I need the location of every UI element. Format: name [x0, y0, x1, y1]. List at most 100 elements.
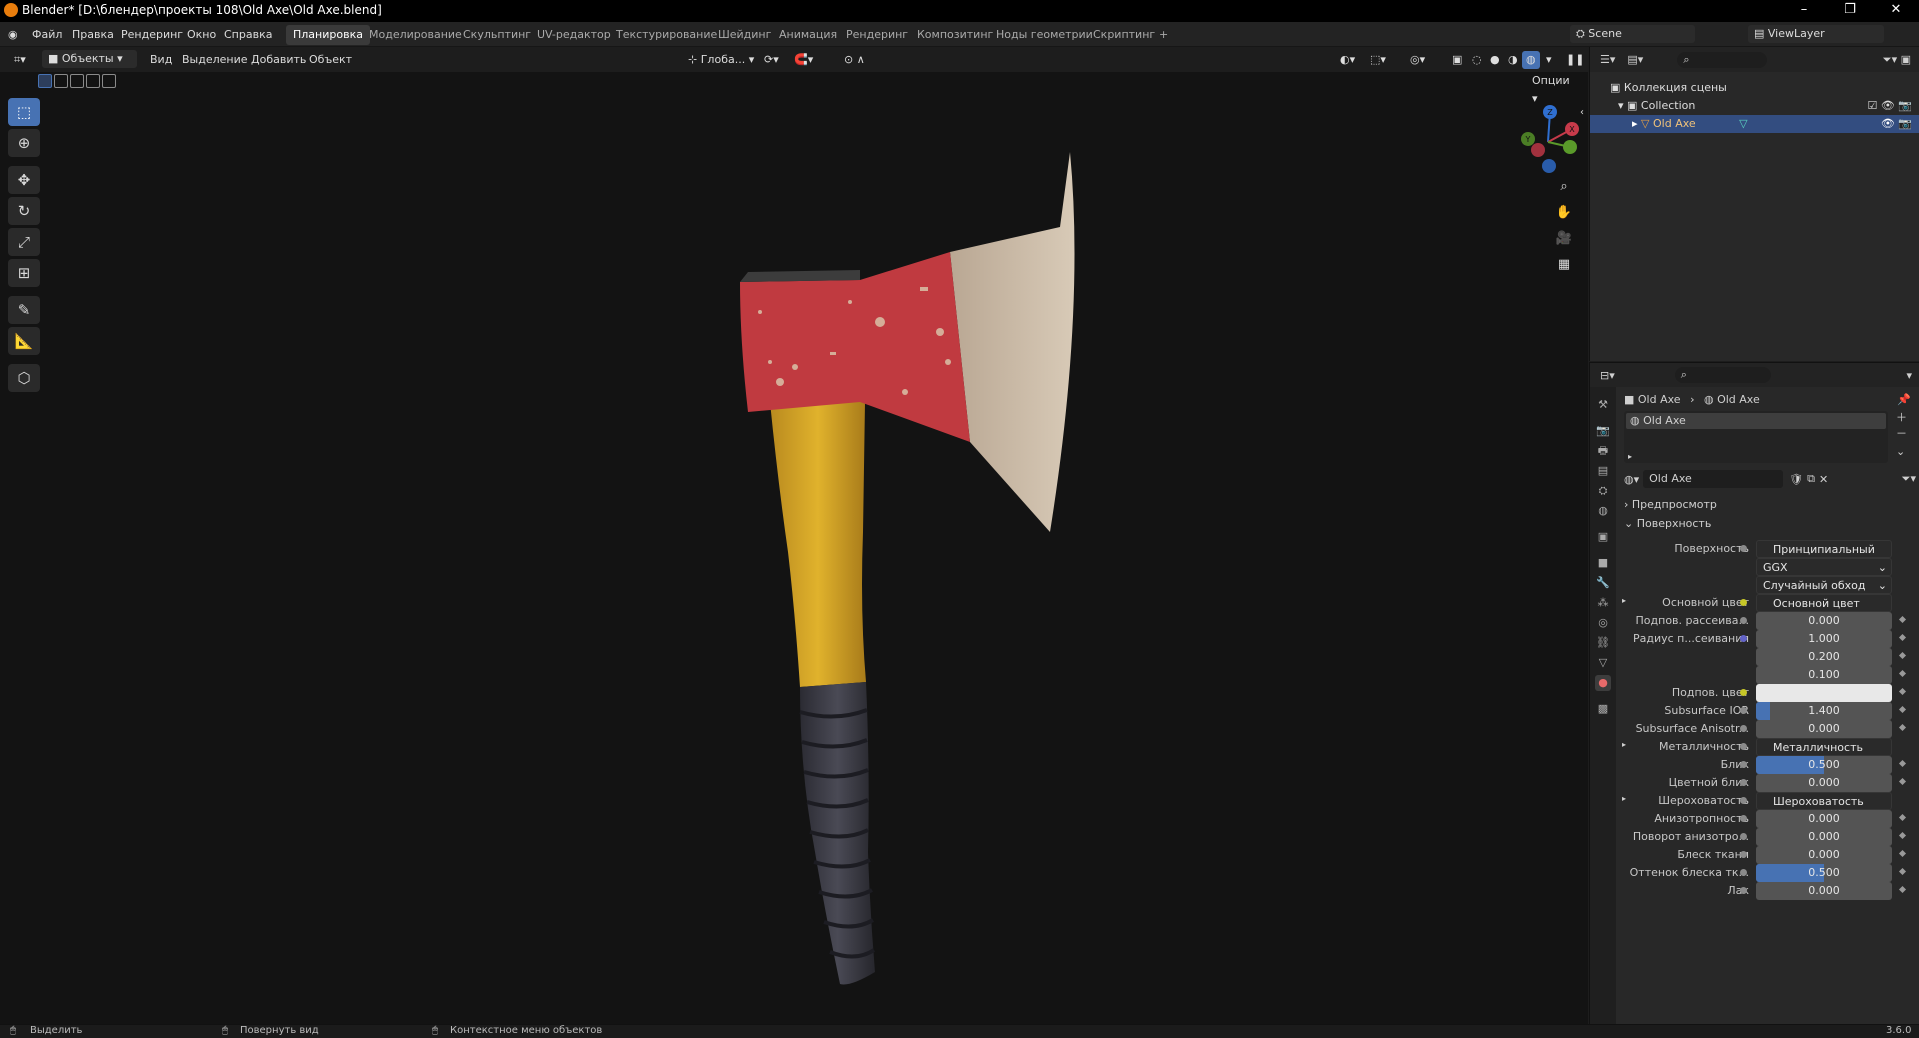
socket-icon[interactable] — [1740, 617, 1747, 624]
menu-help[interactable]: Справка — [224, 28, 272, 41]
property-link-field[interactable]: Основной цвет — [1756, 594, 1892, 612]
property-link-field[interactable]: Шероховатость — [1756, 792, 1892, 810]
keyframe-icon[interactable] — [1898, 687, 1907, 696]
material-browse-icon[interactable]: ◍▾ — [1624, 473, 1639, 486]
fake-user-icon[interactable]: 🛡 — [1789, 473, 1803, 486]
tool-tab-icon[interactable]: ⚒ — [1595, 397, 1611, 413]
object-tab-icon[interactable]: ■ — [1595, 555, 1611, 571]
socket-icon[interactable] — [1740, 707, 1747, 714]
menu-window[interactable]: Окно — [187, 28, 216, 41]
add-slot-icon[interactable]: ＋ — [1896, 409, 1907, 425]
proportional-edit-icon[interactable]: ⊙ ∧ — [840, 51, 869, 69]
keyframe-icon[interactable] — [1898, 831, 1907, 840]
overlay-icon[interactable]: ◎▾ — [1406, 51, 1429, 69]
tab-modeling[interactable]: Моделирование — [362, 25, 469, 45]
scene-tab-icon[interactable]: ⛭ — [1595, 483, 1611, 499]
expand-arrow-icon[interactable]: ▸ — [1622, 794, 1626, 803]
constraints-tab-icon[interactable]: ⛓ — [1595, 635, 1611, 651]
object-visibility-icons[interactable]: 👁 📷 — [1881, 115, 1912, 133]
outliner-collection[interactable]: ▾ ▣ Collection ☑ 👁 📷 — [1590, 97, 1919, 115]
remove-slot-icon[interactable]: － — [1896, 425, 1907, 441]
unlink-material-icon[interactable]: ✕ — [1819, 473, 1828, 486]
minimize-icon[interactable]: – — [1781, 0, 1827, 22]
view-layer-tab-icon[interactable]: ▤ — [1595, 463, 1611, 479]
mode-selector[interactable]: ■ Объекты ▾ — [42, 50, 137, 68]
keyframe-icon[interactable] — [1898, 651, 1907, 660]
property-number-field[interactable]: 0.000 — [1756, 810, 1892, 828]
keyframe-icon[interactable] — [1898, 867, 1907, 876]
outliner-editor-icon[interactable]: ☰▾ — [1600, 53, 1615, 66]
keyframe-icon[interactable] — [1898, 885, 1907, 894]
world-tab-icon[interactable]: ◍ — [1595, 503, 1611, 519]
modifier-tab-icon[interactable]: 🔧 — [1595, 575, 1611, 591]
material-name-field[interactable]: Old Axe — [1643, 470, 1784, 488]
output-tab-icon[interactable]: 🖶 — [1595, 443, 1611, 459]
property-link-field[interactable]: Принципиальный BSDF — [1756, 540, 1892, 558]
editor-type-button[interactable]: ⌗▾ — [10, 51, 30, 69]
select-invert-icon[interactable] — [86, 74, 100, 88]
zoom-icon[interactable]: ⌕ — [1552, 176, 1576, 198]
property-number-field[interactable]: 1.000 — [1756, 630, 1892, 648]
socket-icon[interactable] — [1740, 761, 1747, 768]
tab-rendering[interactable]: Рендеринг — [839, 25, 915, 45]
socket-icon[interactable] — [1740, 599, 1747, 606]
options-dropdown[interactable]: Опции ▾ — [1526, 72, 1580, 105]
menu-select[interactable]: Выделение — [178, 51, 252, 69]
physics-tab-icon[interactable]: ◎ — [1595, 615, 1611, 631]
socket-icon[interactable] — [1740, 635, 1747, 642]
data-tab-icon[interactable]: ▽ — [1595, 655, 1611, 671]
add-cube-tool-icon[interactable]: ⬡ — [8, 364, 40, 392]
section-preview[interactable]: › Предпросмотр — [1624, 497, 1916, 513]
socket-icon[interactable] — [1740, 545, 1747, 552]
keyframe-icon[interactable] — [1898, 705, 1907, 714]
tab-uv-editing[interactable]: UV-редактор — [530, 25, 618, 45]
properties-search-input[interactable]: ⌕ — [1674, 367, 1771, 383]
socket-icon[interactable] — [1740, 779, 1747, 786]
keyframe-icon[interactable] — [1898, 723, 1907, 732]
property-number-field[interactable]: 0.500 — [1756, 756, 1892, 774]
annotate-tool-icon[interactable]: ✎ — [8, 296, 40, 324]
close-icon[interactable]: ✕ — [1873, 0, 1919, 22]
menu-file[interactable]: Файл — [32, 28, 62, 41]
gizmo-toggle-icon[interactable]: ⬚▾ — [1366, 51, 1390, 69]
expand-arrow-icon[interactable]: ▸ — [1622, 596, 1626, 605]
property-color-field[interactable] — [1756, 684, 1892, 702]
select-extend-icon[interactable] — [54, 74, 68, 88]
property-number-field[interactable]: 0.000 — [1756, 882, 1892, 900]
outliner-scene-collection[interactable]: ▣ Коллекция сцены — [1590, 79, 1919, 97]
outliner-object-old-axe[interactable]: ▸ ▽ Old Axe ▽ 👁 📷 — [1590, 115, 1919, 133]
property-number-field[interactable]: 0.000 — [1756, 828, 1892, 846]
tab-animation[interactable]: Анимация — [772, 25, 844, 45]
property-number-field[interactable]: 0.000 — [1756, 846, 1892, 864]
socket-icon[interactable] — [1740, 797, 1747, 804]
tab-scripting[interactable]: Скриптинг — [1086, 25, 1162, 45]
socket-icon[interactable] — [1740, 725, 1747, 732]
socket-icon[interactable] — [1740, 851, 1747, 858]
socket-icon[interactable] — [1740, 743, 1747, 750]
select-box-tool-icon[interactable]: ⬚ — [8, 98, 40, 126]
collection-visibility-icons[interactable]: ☑ 👁 📷 — [1867, 97, 1912, 115]
property-dropdown[interactable]: GGX ⌄ — [1756, 558, 1892, 576]
expand-arrow-icon[interactable]: ▸ — [1632, 117, 1641, 130]
expand-arrow-icon[interactable]: ▾ — [1618, 99, 1627, 112]
tab-layout[interactable]: Планировка — [286, 25, 370, 45]
tab-geometry-nodes[interactable]: Ноды геометрии — [989, 25, 1100, 45]
menu-view[interactable]: Вид — [146, 51, 176, 69]
section-surface[interactable]: ⌄ Поверхность — [1624, 515, 1916, 533]
pause-render-icon[interactable]: ❚❚ — [1562, 51, 1588, 69]
property-dropdown[interactable]: Случайный обход ⌄ — [1756, 576, 1892, 594]
menu-edit[interactable]: Правка — [72, 28, 114, 41]
pin-icon[interactable]: 📌 — [1897, 393, 1911, 406]
expand-arrow-icon[interactable]: ▸ — [1622, 740, 1626, 749]
render-tab-icon[interactable]: 📷 — [1595, 423, 1611, 439]
tab-texture-paint[interactable]: Текстурирование — [609, 25, 724, 45]
axe-model[interactable] — [700, 112, 1100, 992]
socket-icon[interactable] — [1740, 887, 1747, 894]
camera-icon[interactable]: 🎥 — [1552, 228, 1576, 250]
property-number-field[interactable]: 0.500 — [1756, 864, 1892, 882]
keyframe-icon[interactable] — [1898, 813, 1907, 822]
blender-menu-icon[interactable]: ◉ — [8, 28, 18, 41]
keyframe-icon[interactable] — [1898, 849, 1907, 858]
property-number-field[interactable]: 0.000 — [1756, 720, 1892, 738]
property-number-field[interactable]: 0.200 — [1756, 648, 1892, 666]
